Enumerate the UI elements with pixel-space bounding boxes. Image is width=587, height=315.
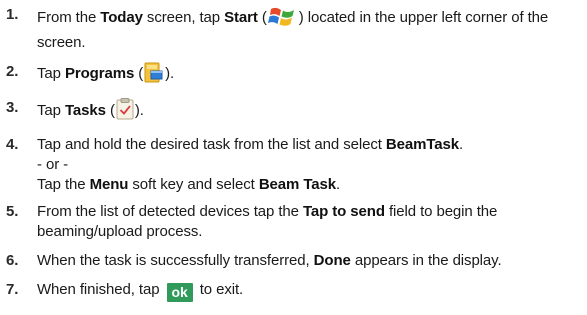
step-text: appears in the display. <box>350 252 502 269</box>
ok-button-graphic: ok <box>166 283 193 302</box>
tasks-clipboard-icon <box>116 98 134 126</box>
step-text: When finished, tap <box>37 281 164 298</box>
instruction-page: 1. From the Today screen, tap Start ( ) … <box>0 0 587 315</box>
step-text: ( <box>257 9 267 26</box>
step-number: 4. <box>6 136 19 153</box>
step-text: ). <box>165 65 175 82</box>
step-1: 1. From the Today screen, tap Start ( ) … <box>6 5 584 53</box>
step-7: 7. When finished, tap ok to exit. <box>6 280 584 302</box>
step-6: 6. When the task is successfully transfe… <box>6 251 584 271</box>
alternative-instruction: Tap the Menu soft key and select Beam Ta… <box>37 175 584 195</box>
step-number: 6. <box>6 252 19 269</box>
steps-list: 1. From the Today screen, tap Start ( ) … <box>6 5 584 311</box>
step-text: Tap and hold the desired task from the l… <box>37 136 386 153</box>
step-text: When the task is successfully transferre… <box>37 252 314 269</box>
done-label: Done <box>313 252 351 269</box>
step-number: 3. <box>6 99 19 116</box>
step-text: From the <box>37 9 101 26</box>
step-text: . <box>459 136 464 153</box>
step-text: to exit. <box>195 281 244 298</box>
tasks-label: Tasks <box>64 102 106 119</box>
programs-folder-icon <box>144 62 164 89</box>
step-4: 4. Tap and hold the desired task from th… <box>6 135 584 195</box>
tap-to-send-label: Tap to send <box>302 203 385 220</box>
step-text: ( <box>134 65 144 82</box>
step-5: 5. From the list of detected devices tap… <box>6 202 584 242</box>
step-text: . <box>336 176 341 193</box>
step-text: ( <box>105 102 115 119</box>
step-text: From the list of detected devices tap th… <box>37 203 303 220</box>
or-separator: - or - <box>37 156 69 173</box>
beamtask-label: BeamTask <box>385 136 460 153</box>
start-label: Start <box>224 9 258 26</box>
beam-task-label: Beam Task <box>258 176 337 193</box>
programs-label: Programs <box>64 65 135 82</box>
step-text: Tap <box>37 65 65 82</box>
step-number: 1. <box>6 6 19 23</box>
step-number: 7. <box>6 281 19 298</box>
step-text: Tap <box>37 102 65 119</box>
step-text: Tap the <box>37 176 90 193</box>
menu-label: Menu <box>89 176 129 193</box>
today-label: Today <box>100 9 143 26</box>
step-2: 2. Tap Programs ( ). <box>6 62 584 89</box>
windows-start-icon <box>267 5 298 33</box>
step-3: 3. Tap Tasks ( ). <box>6 98 584 126</box>
step-number: 5. <box>6 203 19 220</box>
step-text: soft key and select <box>128 176 259 193</box>
step-text: ). <box>134 102 144 119</box>
step-number: 2. <box>6 63 19 80</box>
step-text: screen, tap <box>142 9 225 26</box>
